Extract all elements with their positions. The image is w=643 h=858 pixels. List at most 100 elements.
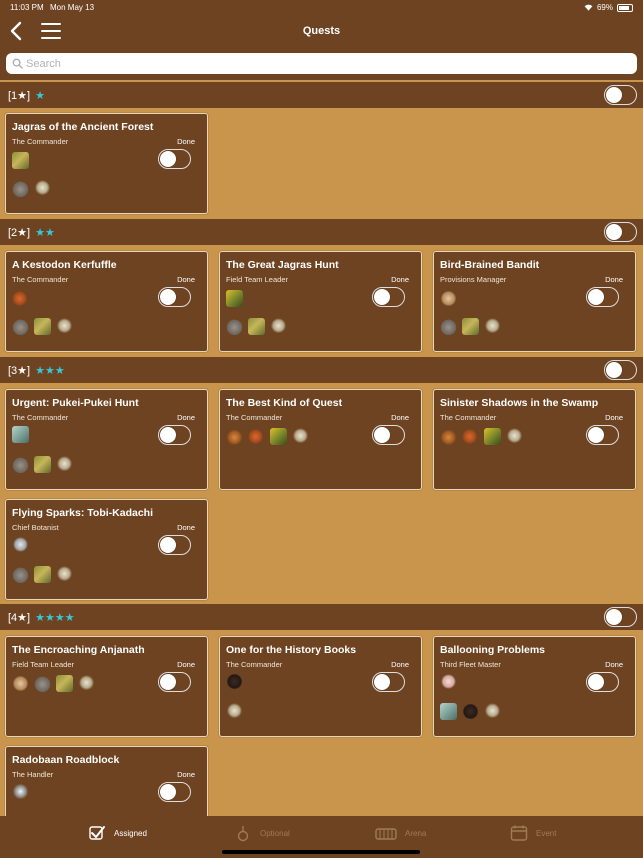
flask-icon	[237, 826, 249, 842]
home-indicator[interactable]	[222, 850, 420, 854]
search-bar-container	[0, 48, 643, 80]
white-monster-icon	[12, 783, 29, 800]
quest-giver: Chief Botanist	[12, 523, 59, 532]
crest-monster-icon	[56, 456, 73, 473]
tab-optional[interactable]: Optional	[234, 824, 290, 842]
section-label: [2★]	[8, 227, 31, 239]
section-header-3-star: [3★] ★★★	[0, 357, 643, 383]
quest-card[interactable]: Sinister Shadows in the Swamp The Comman…	[433, 389, 636, 490]
quest-giver: The Commander	[12, 137, 69, 146]
search-field[interactable]	[6, 53, 637, 74]
quest-giver: The Commander	[12, 275, 69, 284]
tab-label: Arena	[405, 828, 427, 838]
quest-giver: The Commander	[226, 660, 283, 669]
quest-card[interactable]: The Great Jagras Hunt Field Team Leader …	[219, 251, 422, 352]
toggle-knob	[374, 289, 390, 305]
quest-giver: Field Team Leader	[12, 660, 74, 669]
star-rating-icon: ★	[35, 90, 46, 102]
quest-giver: The Commander	[226, 413, 283, 422]
toggle-knob	[606, 609, 622, 625]
done-label: Done	[391, 660, 409, 669]
toggle-knob	[374, 674, 390, 690]
yellow-monster-icon	[270, 428, 287, 445]
quest-title: The Great Jagras Hunt	[226, 259, 339, 271]
section-header-4-star: [4★] ★★★★	[0, 604, 643, 630]
toggle-knob	[160, 427, 176, 443]
dark-monster-icon	[226, 673, 243, 690]
page-title: Quests	[302, 25, 341, 37]
done-label: Done	[177, 523, 195, 532]
green-monster-icon	[248, 318, 265, 335]
green-monster-icon	[34, 456, 51, 473]
toggle-knob	[160, 674, 176, 690]
battery-percent: 69%	[596, 3, 613, 12]
quest-card[interactable]: Jagras of the Ancient Forest The Command…	[5, 113, 208, 214]
gray-monster-icon	[12, 180, 29, 197]
gray-monster-icon	[12, 456, 29, 473]
toggle-knob	[588, 674, 604, 690]
done-label: Done	[177, 137, 195, 146]
status-time: 11:03 PM	[10, 3, 44, 12]
tab-assigned[interactable]: Assigned	[88, 824, 147, 842]
crest-monster-icon	[270, 318, 287, 335]
done-toggle[interactable]	[158, 425, 191, 445]
orange-monster-icon	[462, 428, 479, 445]
done-toggle[interactable]	[158, 672, 191, 692]
section-toggle[interactable]	[604, 360, 637, 380]
section-label: [1★]	[8, 90, 31, 102]
gray-monster-icon	[12, 318, 29, 335]
quest-giver: Provisions Manager	[440, 275, 507, 284]
done-toggle[interactable]	[158, 782, 191, 802]
done-toggle[interactable]	[586, 287, 619, 307]
done-toggle[interactable]	[586, 672, 619, 692]
quest-giver: The Commander	[440, 413, 497, 422]
quest-title: One for the History Books	[226, 644, 357, 656]
done-toggle[interactable]	[586, 425, 619, 445]
crest-monster-icon	[34, 180, 51, 197]
section-toggle[interactable]	[604, 85, 637, 105]
quest-card[interactable]: Ballooning Problems Third Fleet Master D…	[433, 636, 636, 737]
green-monster-icon	[34, 566, 51, 583]
section-header-1-star: [1★] ★	[0, 82, 643, 108]
toggle-knob	[160, 151, 176, 167]
section-toggle[interactable]	[604, 222, 637, 242]
crest-monster-icon	[484, 318, 501, 335]
gray-monster-icon	[226, 318, 243, 335]
gray-monster-icon	[12, 566, 29, 583]
done-toggle[interactable]	[372, 287, 405, 307]
search-input[interactable]	[26, 55, 626, 72]
tab-label: Assigned	[114, 828, 147, 838]
quest-card[interactable]: The Best Kind of Quest The Commander Don…	[219, 389, 422, 490]
sand-monster-icon	[440, 290, 457, 307]
toggle-knob	[160, 289, 176, 305]
crest-monster-icon	[226, 703, 243, 720]
done-label: Done	[391, 413, 409, 422]
section-label: [3★]	[8, 365, 31, 377]
done-toggle[interactable]	[372, 672, 405, 692]
done-toggle[interactable]	[158, 535, 191, 555]
quest-card[interactable]: Urgent: Pukei-Pukei Hunt The Commander D…	[5, 389, 208, 490]
quest-title: Bird-Brained Bandit	[440, 259, 540, 271]
tab-event[interactable]: Event	[510, 824, 556, 842]
battery-icon	[617, 3, 633, 12]
done-label: Done	[177, 660, 195, 669]
quest-card[interactable]: One for the History Books The Commander …	[219, 636, 422, 737]
section-toggle[interactable]	[604, 607, 637, 627]
quest-card[interactable]: Flying Sparks: Tobi-Kadachi Chief Botani…	[5, 499, 208, 600]
star-rating-icon: ★★	[35, 227, 55, 239]
status-bar: 11:03 PM Mon May 13 69%	[0, 0, 643, 16]
search-icon	[12, 58, 23, 69]
quest-giver: Field Team Leader	[226, 275, 288, 284]
toggle-knob	[606, 87, 622, 103]
quest-card[interactable]: The Encroaching Anjanath Field Team Lead…	[5, 636, 208, 737]
silver-monster-icon	[12, 536, 29, 553]
done-toggle[interactable]	[372, 425, 405, 445]
dark-monster-icon	[462, 703, 479, 720]
quest-card[interactable]: A Kestodon Kerfuffle The Commander Done	[5, 251, 208, 352]
green-monster-icon	[34, 318, 51, 335]
quest-card[interactable]: Bird-Brained Bandit Provisions Manager D…	[433, 251, 636, 352]
done-toggle[interactable]	[158, 149, 191, 169]
tab-arena[interactable]: Arena	[375, 824, 426, 842]
done-toggle[interactable]	[158, 287, 191, 307]
quest-title: Sinister Shadows in the Swamp	[440, 397, 599, 409]
